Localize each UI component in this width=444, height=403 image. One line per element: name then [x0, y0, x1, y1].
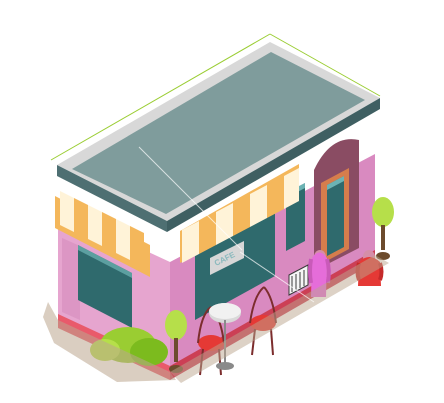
potted-plant-left [165, 310, 187, 340]
cafe-illustration: CAFE [0, 0, 444, 403]
left-wall-detail [62, 238, 80, 320]
cafe-svg: CAFE [0, 0, 444, 403]
potted-plant-right [372, 197, 394, 227]
